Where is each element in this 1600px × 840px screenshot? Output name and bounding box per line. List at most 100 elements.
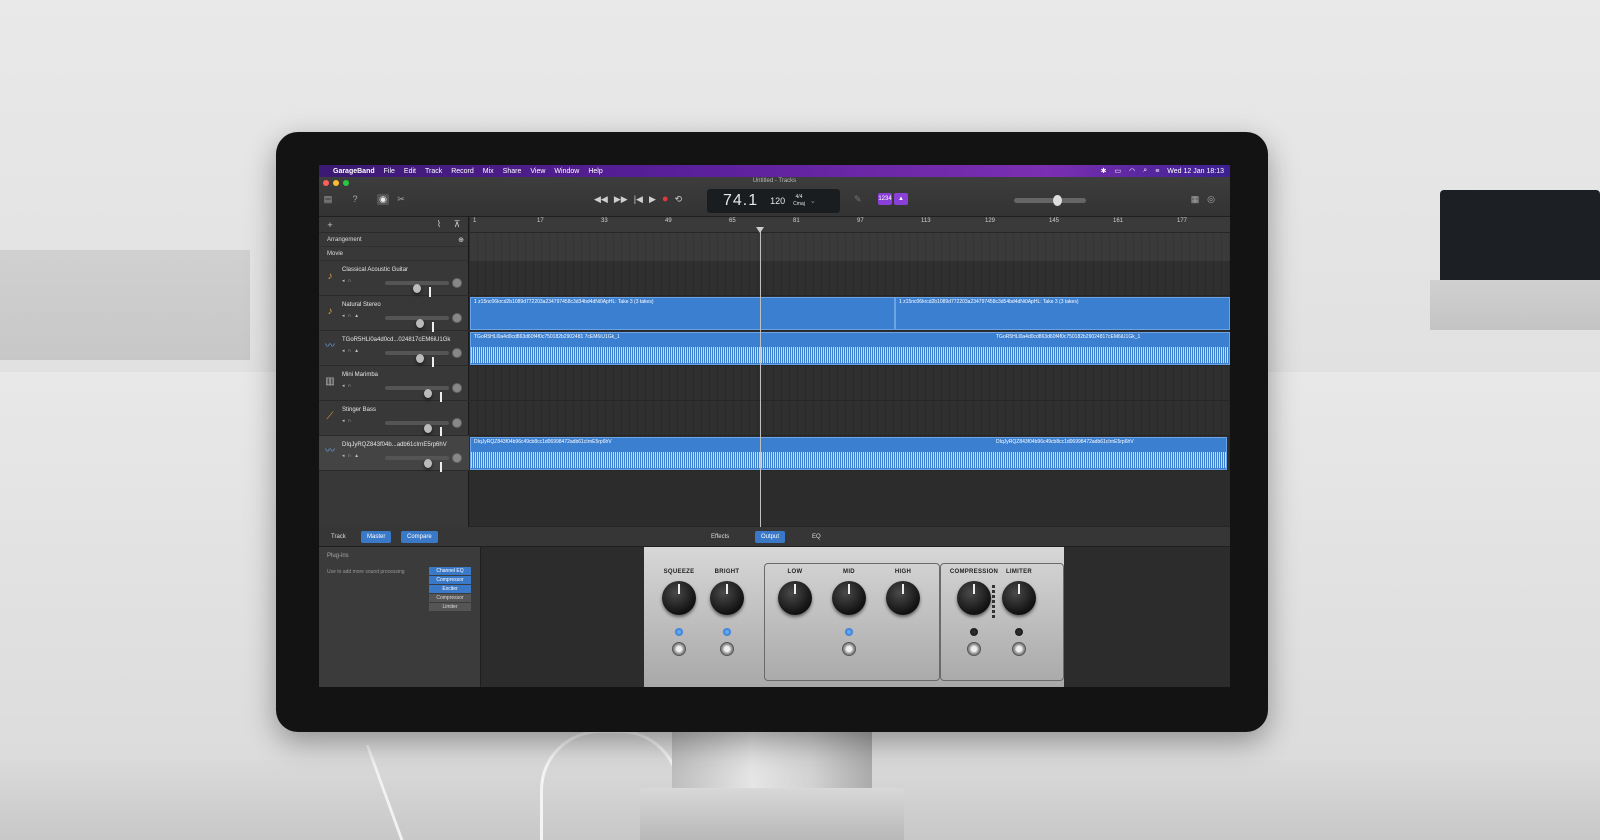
track-volume-slider[interactable] [385,281,449,297]
rewind-icon[interactable]: ◀◀ [594,194,608,205]
pan-knob[interactable] [452,313,462,323]
track-header[interactable]: ▥ Mini Marimba ◂ ∩ [319,366,469,402]
arrangement-row[interactable]: Arrangement ⊕ [319,233,468,247]
lcd-display[interactable]: 74.1 120 4/4 Cmaj ⌄ [707,189,840,213]
squeeze-knob[interactable] [662,581,696,615]
track-volume-slider[interactable] [385,456,449,472]
solo-icon[interactable]: ∩ [348,418,352,424]
master-volume-slider[interactable] [1014,195,1086,206]
plugin-slot[interactable]: Exciter [429,585,471,593]
pencil-icon[interactable]: ✎ [854,194,862,205]
menu-track[interactable]: Track [425,168,442,175]
cycle-icon[interactable]: ⟲ [675,194,683,205]
mid-knob[interactable] [832,581,866,615]
plugin-slot[interactable]: Limiter [429,603,471,611]
help-icon[interactable]: ? [349,194,361,205]
track-volume-slider[interactable] [385,386,449,402]
master-volume-knob[interactable] [1053,195,1062,206]
track-lane[interactable] [470,366,1230,401]
pan-knob[interactable] [452,278,462,288]
bright-knob[interactable] [710,581,744,615]
track-header[interactable]: ♪ Natural Stereo ◂ ∩ ▲ [319,296,469,332]
menu-edit[interactable]: Edit [404,168,416,175]
loop-browser-icon[interactable]: ◎ [1205,194,1217,205]
timeline[interactable]: 1 17 33 49 65 81 97 113 129 145 161 177 … [470,217,1230,527]
track-volume-knob[interactable] [415,354,434,367]
notepad-icon[interactable]: ▦ [1189,194,1201,205]
mute-icon[interactable]: ◂ [342,348,345,354]
lcd-tempo[interactable]: 120 [770,196,785,206]
add-track-button[interactable]: + [323,220,337,230]
tab-eq[interactable]: EQ [806,531,827,543]
tab-output[interactable]: Output [755,531,786,543]
pan-knob[interactable] [452,348,462,358]
track-volume-knob[interactable] [415,319,434,332]
bright-toggle[interactable] [720,642,734,656]
solo-icon[interactable]: ∩ [348,278,352,284]
record-enable-icon[interactable]: ▲ [354,453,359,459]
track-header[interactable]: 〰 DIqJyRQZ843f04b...adb61cIrnE5rp6hV ◂ ∩ ▲ [319,436,469,472]
search-icon[interactable]: ⌕ [1143,167,1147,175]
track-volume-knob[interactable] [413,284,431,297]
mute-icon[interactable]: ◂ [342,383,345,389]
control-center-icon[interactable]: ≡ [1155,168,1159,175]
automation-icon[interactable]: ⌇ [432,219,446,230]
compression-toggle[interactable] [967,642,981,656]
chevron-down-icon[interactable]: ⌄ [810,197,816,205]
track-volume-knob[interactable] [424,424,443,437]
pan-knob[interactable] [452,383,462,393]
add-marker-icon[interactable]: ⊕ [458,236,464,244]
tab-track[interactable]: Track [325,531,352,543]
menu-view[interactable]: View [530,168,545,175]
compare-button[interactable]: Compare [401,531,438,543]
record-enable-icon[interactable]: ▲ [354,348,359,354]
mute-icon[interactable]: ◂ [342,453,345,459]
midi-region[interactable]: 1 z15nc06krcd2b1089d772203a234797458c3d5… [895,297,1230,330]
count-in-button[interactable]: 1234 [878,193,892,205]
go-to-start-icon[interactable]: |◀ [634,194,643,205]
pan-knob[interactable] [452,453,462,463]
plugin-slot[interactable]: Channel EQ [429,567,471,575]
track-header[interactable]: 〰 TGoR5HLl0a4d0cd...024817cEM6iU1Gk ◂ ∩ ▲ [319,331,469,367]
ruler[interactable]: 1 17 33 49 65 81 97 113 129 145 161 177 [470,217,1230,233]
plugin-slot[interactable]: Compressor [429,594,471,602]
mute-icon[interactable]: ◂ [342,418,345,424]
editors-icon[interactable]: ✂ [395,194,407,205]
solo-icon[interactable]: ∩ [348,313,352,319]
mute-icon[interactable]: ◂ [342,313,345,319]
eq-toggle[interactable] [842,642,856,656]
audio-region[interactable]: TGoR5HLl0a4d0cd863d60f4f0c750182b2902481… [470,332,1230,365]
smart-controls-icon[interactable]: ◉ [377,194,389,205]
menu-window[interactable]: Window [554,168,579,175]
track-header[interactable]: ⟋ Stinger Bass ◂ ∩ [319,401,469,437]
menu-help[interactable]: Help [588,168,602,175]
track-volume-knob[interactable] [424,459,443,472]
solo-icon[interactable]: ∩ [348,453,352,459]
menu-file[interactable]: File [384,168,395,175]
menu-record[interactable]: Record [451,168,474,175]
record-enable-icon[interactable]: ▲ [354,313,359,319]
mute-icon[interactable]: ◂ [342,278,345,284]
track-volume-slider[interactable] [385,421,449,437]
metronome-icon[interactable]: ▲ [894,193,908,205]
empty-lane[interactable] [470,471,1230,527]
track-lane[interactable] [470,261,1230,296]
track-header[interactable]: ♪ Classical Acoustic Guitar ◂ ∩ [319,261,469,297]
track-lane[interactable]: 1 z15nc06krcd2b1089d772203a234797458c3d3… [470,296,1230,331]
limiter-toggle[interactable] [1012,642,1026,656]
track-volume-slider[interactable] [385,351,449,367]
movie-row[interactable]: Movie [319,247,468,261]
tab-master[interactable]: Master [361,531,392,543]
arrangement-lane[interactable] [470,233,1230,261]
compression-knob[interactable] [957,581,991,615]
solo-icon[interactable]: ∩ [348,383,352,389]
plugin-slot[interactable]: Compressor [429,576,471,584]
squeeze-toggle[interactable] [672,642,686,656]
track-lane[interactable]: DIqJyRQZ843f04b96c49cb8cc1d06998472adb61… [470,436,1230,471]
menu-app-name[interactable]: GarageBand [333,168,375,175]
audio-region[interactable]: DIqJyRQZ843f04b96c49cb8cc1d06998472adb61… [470,437,1227,470]
track-volume-slider[interactable] [385,316,449,332]
limiter-knob[interactable] [1002,581,1036,615]
menubar-clock[interactable]: Wed 12 Jan 18:13 [1167,168,1224,175]
tab-effects[interactable]: Effects [705,531,735,543]
